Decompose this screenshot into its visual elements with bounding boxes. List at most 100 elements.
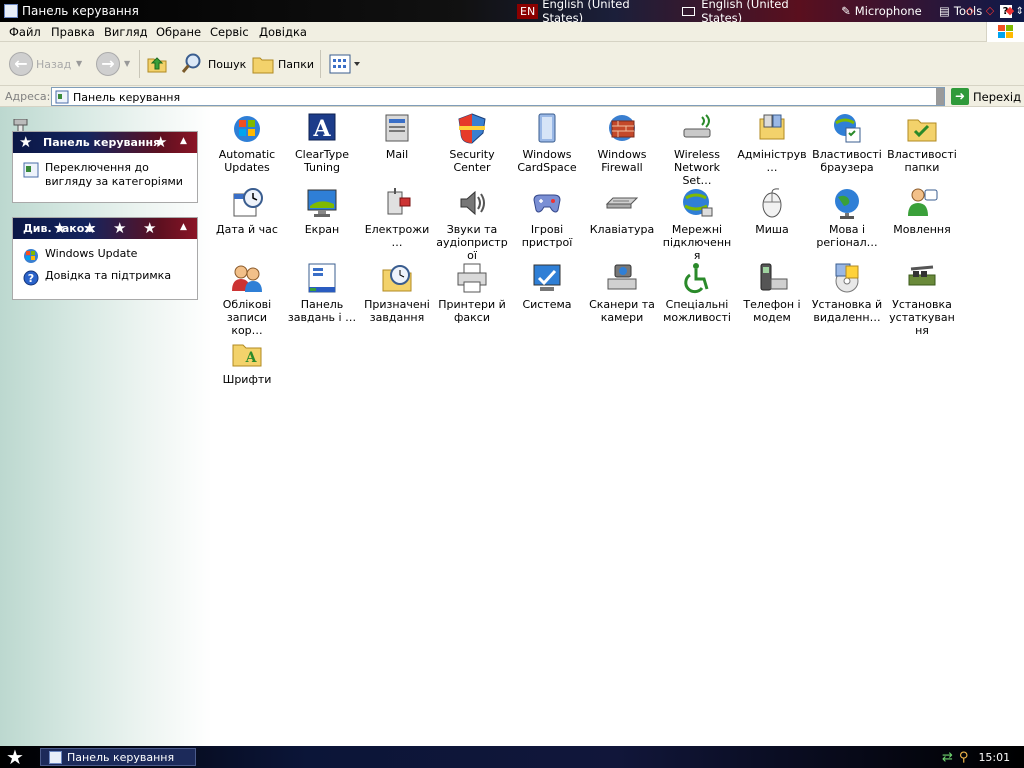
- control-panel-item[interactable]: Дата й час: [211, 186, 283, 236]
- control-panel-item[interactable]: Властивості папки: [886, 111, 958, 174]
- search-label: Пошук: [208, 57, 247, 71]
- back-dropdown-icon[interactable]: ▼: [76, 59, 82, 68]
- folders-icon: [252, 57, 274, 74]
- control-panel-item-label: Облікові записи кор…: [222, 298, 272, 337]
- maximize-button[interactable]: ◇: [982, 3, 998, 18]
- forward-dropdown-icon[interactable]: ▼: [124, 59, 130, 68]
- control-panel-item[interactable]: Сканери та камери: [586, 261, 658, 324]
- menu-edit[interactable]: Правка: [51, 25, 95, 39]
- control-panel-item[interactable]: Телефон і модем: [736, 261, 808, 324]
- close-button[interactable]: ◆: [1002, 3, 1018, 18]
- control-panel-item-label: Установка й видаленн…: [811, 298, 883, 324]
- control-panel-item[interactable]: Установка устаткування: [886, 261, 958, 337]
- star-icon: ★: [19, 133, 33, 151]
- forward-button[interactable]: →: [96, 52, 120, 76]
- control-panel-item[interactable]: Wireless Network Set…: [661, 111, 733, 187]
- control-panel-item[interactable]: Екран: [286, 186, 358, 236]
- search-tray-icon[interactable]: ⚲: [959, 750, 969, 765]
- language-bar: EN English (United States) English (Unit…: [517, 0, 1024, 25]
- menu-view[interactable]: Вигляд: [104, 25, 148, 39]
- date-time-icon: [233, 188, 263, 217]
- control-panel-item[interactable]: Мережні підключення: [661, 186, 733, 262]
- windows-update-link[interactable]: Windows Update: [23, 247, 189, 264]
- user-accounts-icon: [232, 265, 262, 292]
- control-panel-item[interactable]: Automatic Updates: [211, 111, 283, 174]
- back-button[interactable]: ←: [9, 52, 33, 76]
- menu-help[interactable]: Довідка: [259, 25, 307, 39]
- control-panel-item-label: Звуки та аудіопристрої: [436, 223, 508, 262]
- printer-icon: [457, 263, 487, 293]
- control-panel-item[interactable]: Клавіатура: [586, 186, 658, 236]
- control-panel-item[interactable]: Ігрові пристрої: [511, 186, 583, 249]
- control-panel-items: Automatic Updates A ClearType Tuning Mail Se…: [212, 107, 1024, 746]
- control-panel-item[interactable]: Security Center: [436, 111, 508, 174]
- control-panel-item[interactable]: A Шрифти: [211, 336, 283, 386]
- go-label: Перехід: [973, 89, 1022, 104]
- folder-options-icon: [907, 119, 937, 142]
- control-panel-item[interactable]: Спеціальні можливості: [661, 261, 733, 324]
- windows-logo: [986, 22, 1024, 43]
- control-panel-item[interactable]: Mail: [361, 111, 433, 161]
- system-icon: [533, 264, 561, 291]
- category-view-icon: [23, 162, 39, 178]
- control-panel-item-label: Ігрові пристрої: [521, 223, 573, 249]
- control-panel-item[interactable]: Адмініструв…: [736, 111, 808, 174]
- start-button[interactable]: ★: [6, 747, 30, 767]
- star-icon: ★: [113, 219, 127, 237]
- control-panel-item[interactable]: Призначені завдання: [361, 261, 433, 324]
- menu-file[interactable]: Файл: [9, 25, 41, 39]
- control-panel-item[interactable]: Установка й видаленн…: [811, 261, 883, 324]
- control-panel-item-label: Дата й час: [216, 223, 278, 236]
- network-tray-icon[interactable]: ⇄: [942, 750, 953, 765]
- switch-to-category-view-link[interactable]: Переключення до вигляду за категоріями: [23, 161, 189, 189]
- go-button[interactable]: ➜ Перехід: [951, 87, 1021, 106]
- power-icon: [387, 188, 411, 215]
- control-panel-item[interactable]: Windows Firewall: [586, 111, 658, 174]
- control-panel-item[interactable]: Система: [511, 261, 583, 311]
- folders-button[interactable]: Папки: [252, 52, 314, 76]
- collapse-icon[interactable]: ▲: [176, 134, 191, 149]
- control-panel-item[interactable]: Облікові записи кор…: [211, 261, 283, 337]
- control-panel-section: ★ Панель керування ★ ▲ Переключення до в…: [12, 131, 198, 203]
- address-input[interactable]: Панель керування: [51, 87, 945, 106]
- menu-bar: Файл Правка Вигляд Обране Сервіс Довідка: [0, 22, 1024, 43]
- menu-favorites[interactable]: Обране: [156, 25, 201, 39]
- control-panel-item[interactable]: A ClearType Tuning: [286, 111, 358, 174]
- address-value: Панель керування: [73, 91, 181, 104]
- scanner-camera-icon: [607, 264, 637, 290]
- control-panel-section-header[interactable]: ★ Панель керування ★ ▲: [13, 132, 197, 153]
- collapse-icon[interactable]: ▲: [176, 220, 191, 235]
- control-panel-item[interactable]: Миша: [736, 186, 808, 236]
- control-panel-icon: [55, 90, 69, 104]
- control-panel-item-label: Мережні підключення: [662, 223, 732, 262]
- taskbar-window-button[interactable]: Панель керування: [40, 748, 196, 766]
- control-panel-item[interactable]: Звуки та аудіопристрої: [436, 186, 508, 262]
- clock[interactable]: 15:01: [978, 751, 1010, 764]
- control-panel-item[interactable]: Мова і регіонал…: [811, 186, 883, 249]
- menu-tools[interactable]: Сервіс: [210, 25, 249, 39]
- sound-icon: [460, 190, 485, 216]
- windows-update-icon: [24, 249, 38, 263]
- language-code[interactable]: EN: [517, 3, 539, 19]
- microphone-button[interactable]: Microphone: [855, 4, 922, 18]
- up-folder-icon[interactable]: [146, 52, 168, 74]
- control-panel-item-label: ClearType Tuning: [294, 148, 350, 174]
- control-panel-item-label: Електрожи…: [364, 223, 430, 249]
- control-panel-item[interactable]: Властивості браузера: [811, 111, 883, 174]
- help-support-link[interactable]: ? Довідка та підтримка: [23, 269, 189, 286]
- tools-icon: ▤: [939, 4, 950, 18]
- control-panel-item[interactable]: Windows CardSpace: [511, 111, 583, 174]
- see-also-section-header[interactable]: ★ ★ ★ ★ Див. також ▲: [13, 218, 197, 239]
- minimize-button[interactable]: ◇: [962, 3, 978, 18]
- views-button[interactable]: [328, 52, 362, 76]
- help-icon: ?: [23, 270, 39, 286]
- display-icon: [307, 189, 337, 217]
- address-dropdown-icon[interactable]: [936, 88, 944, 105]
- control-panel-item[interactable]: Мовлення: [886, 186, 958, 236]
- control-panel-item[interactable]: Принтери й факси: [436, 261, 508, 324]
- search-button[interactable]: Пошук: [180, 52, 246, 76]
- control-panel-item[interactable]: Електрожи…: [361, 186, 433, 249]
- control-panel-item[interactable]: Панель завдань і …: [286, 261, 358, 324]
- control-panel-item-label: Призначені завдання: [364, 298, 430, 324]
- scheduled-tasks-icon: [382, 265, 412, 292]
